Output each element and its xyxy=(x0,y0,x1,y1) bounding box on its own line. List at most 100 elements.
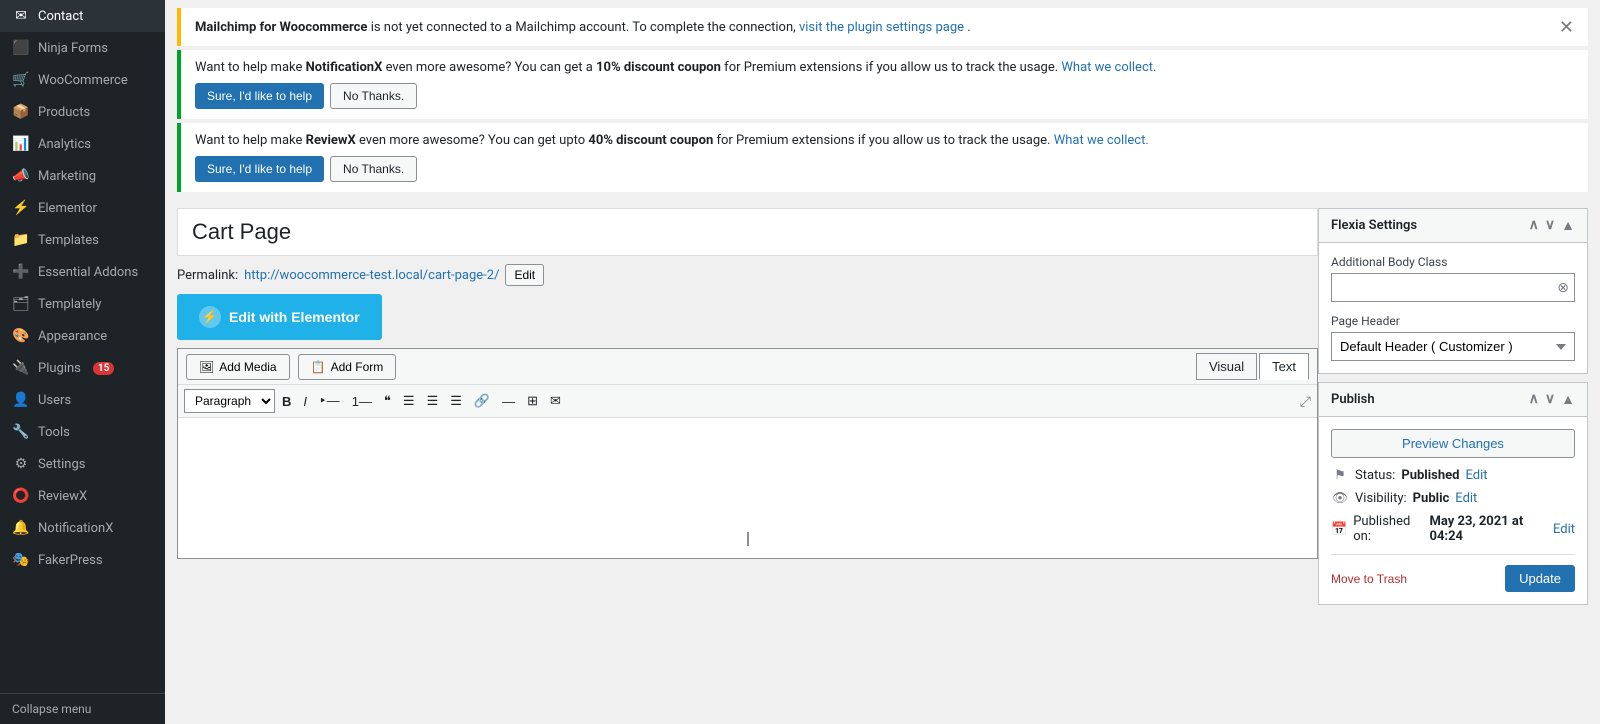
align-right-btn[interactable]: ☰ xyxy=(445,390,467,412)
update-btn[interactable]: Update xyxy=(1505,565,1575,592)
preview-changes-btn[interactable]: Preview Changes xyxy=(1331,429,1575,458)
sidebar-item-templates[interactable]: 📁Templates xyxy=(0,224,165,256)
visibility-row: 👁 Visibility: Public Edit xyxy=(1331,491,1575,506)
reviewx-bold1: ReviewX xyxy=(306,133,356,148)
email-btn[interactable]: ✉ xyxy=(545,390,566,412)
sidebar-item-templately[interactable]: 🗂 Templately xyxy=(0,288,165,320)
add-media-label: Add Media xyxy=(219,360,276,374)
sidebar-item-elementor[interactable]: ⚡Elementor xyxy=(0,192,165,224)
status-row: ⚑ Status: Published Edit xyxy=(1331,468,1575,483)
visual-tab-btn[interactable]: Visual xyxy=(1196,353,1257,380)
page-header-select[interactable]: Default Header ( Customizer )Header 1Hea… xyxy=(1331,332,1575,361)
publish-toggle-icon[interactable]: ▲ xyxy=(1561,391,1575,408)
body-class-input[interactable] xyxy=(1331,273,1575,302)
publish-collapse-down[interactable]: ∨ xyxy=(1545,391,1555,408)
calendar-icon: 📅 xyxy=(1331,522,1347,537)
link-btn[interactable]: 🔗 xyxy=(469,390,495,412)
sidebar-item-tools[interactable]: 🔧Tools xyxy=(0,416,165,448)
body-class-field-wrapper: ⊗ xyxy=(1331,273,1575,302)
publish-collapse-up[interactable]: ∧ xyxy=(1529,391,1539,408)
reviewx-icon: ⭕ xyxy=(12,488,30,504)
sidebar-item-fakerpress[interactable]: 🎭FakerPress xyxy=(0,544,165,576)
sidebar-item-label-notificationx: NotificationX xyxy=(38,521,113,536)
add-form-btn[interactable]: 📋 Add Form xyxy=(298,354,397,380)
sidebar-item-settings[interactable]: ⚙Settings xyxy=(0,448,165,480)
tools-icon: 🔧 xyxy=(12,424,30,440)
sidebar-item-marketing[interactable]: 📣Marketing xyxy=(0,160,165,192)
sidebar-item-analytics[interactable]: 📊Analytics xyxy=(0,128,165,160)
italic-btn[interactable]: I xyxy=(298,391,312,412)
reviewx-text-end: for Premium extensions if you allow us t… xyxy=(716,133,1053,148)
permalink-url[interactable]: http://woocommerce-test.local/cart-page-… xyxy=(244,268,499,283)
sidebar-item-label-analytics: Analytics xyxy=(38,137,91,152)
templately-icon: 🗂 xyxy=(12,296,30,312)
editor-media-toolbar: 🖼 Add Media 📋 Add Form Visual Text xyxy=(178,349,1317,385)
status-label: Status: xyxy=(1355,468,1395,483)
add-media-icon: 🖼 xyxy=(199,360,214,374)
templates-icon: 📁 xyxy=(12,232,30,248)
sidebar-item-plugins[interactable]: 🔌Plugins15 xyxy=(0,352,165,384)
collapse-up-icon[interactable]: ∧ xyxy=(1529,217,1539,234)
elementor-icon: ⚡ xyxy=(199,306,221,328)
ul-btn[interactable]: ‣— xyxy=(314,390,345,412)
editor-main: Permalink: http://woocommerce-test.local… xyxy=(177,208,1318,712)
users-icon: 👤 xyxy=(12,392,30,408)
publish-controls: ∧ ∨ ▲ xyxy=(1529,391,1575,408)
sidebar-item-users[interactable]: 👤Users xyxy=(0,384,165,416)
collapse-down-icon[interactable]: ∨ xyxy=(1545,217,1555,234)
sidebar-item-label-plugins: Plugins xyxy=(38,361,81,376)
flexia-settings-header[interactable]: Flexia Settings ∧ ∨ ▲ xyxy=(1319,209,1587,243)
text-tab-btn[interactable]: Text xyxy=(1259,353,1309,380)
ol-btn[interactable]: 1— xyxy=(347,391,377,412)
plugins-badge: 15 xyxy=(93,362,114,375)
notificationx-what-we-collect[interactable]: What we collect. xyxy=(1061,60,1156,75)
publish-header[interactable]: Publish ∧ ∨ ▲ xyxy=(1319,383,1587,417)
mailchimp-notice-close[interactable]: ✕ xyxy=(1559,18,1574,36)
visibility-edit-link[interactable]: Edit xyxy=(1455,491,1477,506)
sidebar-item-notificationx[interactable]: 🔔NotificationX xyxy=(0,512,165,544)
sidebar-item-products[interactable]: 📦Products xyxy=(0,96,165,128)
align-left-btn[interactable]: ☰ xyxy=(398,390,420,412)
body-class-clear-icon[interactable]: ⊗ xyxy=(1557,279,1569,296)
reviewx-no-btn[interactable]: No Thanks. xyxy=(330,156,417,182)
move-to-trash-btn[interactable]: Move to Trash xyxy=(1331,572,1407,586)
reviewx-yes-btn[interactable]: Sure, I'd like to help xyxy=(195,156,324,182)
table-btn[interactable]: ⊞ xyxy=(522,390,543,412)
elementor-icon: ⚡ xyxy=(12,200,30,216)
permalink-edit-btn[interactable]: Edit xyxy=(505,264,544,286)
edit-with-elementor-btn[interactable]: ⚡ Edit with Elementor xyxy=(177,294,382,340)
notificationx-no-btn[interactable]: No Thanks. xyxy=(330,83,417,109)
add-media-btn[interactable]: 🖼 Add Media xyxy=(186,354,290,380)
sidebar-item-label-reviewx: ReviewX xyxy=(38,489,87,504)
hr-btn[interactable]: ― xyxy=(497,391,520,412)
sidebar-item-woocommerce[interactable]: 🛒WooCommerce xyxy=(0,64,165,96)
reviewx-notice: Want to help make ReviewX even more awes… xyxy=(177,123,1588,192)
add-form-label: Add Form xyxy=(331,360,384,374)
sidebar-item-appearance[interactable]: 🎨Appearance xyxy=(0,320,165,352)
reviewx-what-we-collect[interactable]: What we collect. xyxy=(1054,133,1149,148)
sidebar-item-label-settings: Settings xyxy=(38,457,85,472)
mailchimp-notice-link[interactable]: visit the plugin settings page xyxy=(799,20,964,35)
page-title-input[interactable] xyxy=(177,208,1318,256)
align-center-btn[interactable]: ☰ xyxy=(422,390,444,412)
sidebar-item-label-fakerpress: FakerPress xyxy=(38,553,103,568)
blockquote-btn[interactable]: ❝ xyxy=(379,390,396,412)
expand-btn[interactable]: ⤢ xyxy=(1300,393,1311,410)
sidebar-item-reviewx[interactable]: ⭕ ReviewX xyxy=(0,480,165,512)
sidebar-item-essential-addons[interactable]: ➕Essential Addons xyxy=(0,256,165,288)
sidebar-item-label-marketing: Marketing xyxy=(38,169,96,184)
mailchimp-notice-bold: Mailchimp for Woocommerce xyxy=(195,20,367,35)
collapse-menu[interactable]: Collapse menu xyxy=(0,693,165,724)
published-edit-link[interactable]: Edit xyxy=(1553,522,1575,537)
essential-addons-icon: ➕ xyxy=(12,264,30,280)
paragraph-select[interactable]: Paragraph xyxy=(184,389,275,413)
toggle-icon[interactable]: ▲ xyxy=(1561,217,1575,234)
permalink-label: Permalink: xyxy=(177,268,238,283)
sidebar-item-label-templately: Templately xyxy=(38,297,101,312)
sidebar-item-ninja-forms[interactable]: ⬛Ninja Forms xyxy=(0,32,165,64)
bold-btn[interactable]: B xyxy=(277,391,296,412)
sidebar-item-contact[interactable]: ✉Contact xyxy=(0,0,165,32)
editor-body[interactable] xyxy=(178,418,1317,558)
notificationx-yes-btn[interactable]: Sure, I'd like to help xyxy=(195,83,324,109)
status-edit-link[interactable]: Edit xyxy=(1465,468,1487,483)
